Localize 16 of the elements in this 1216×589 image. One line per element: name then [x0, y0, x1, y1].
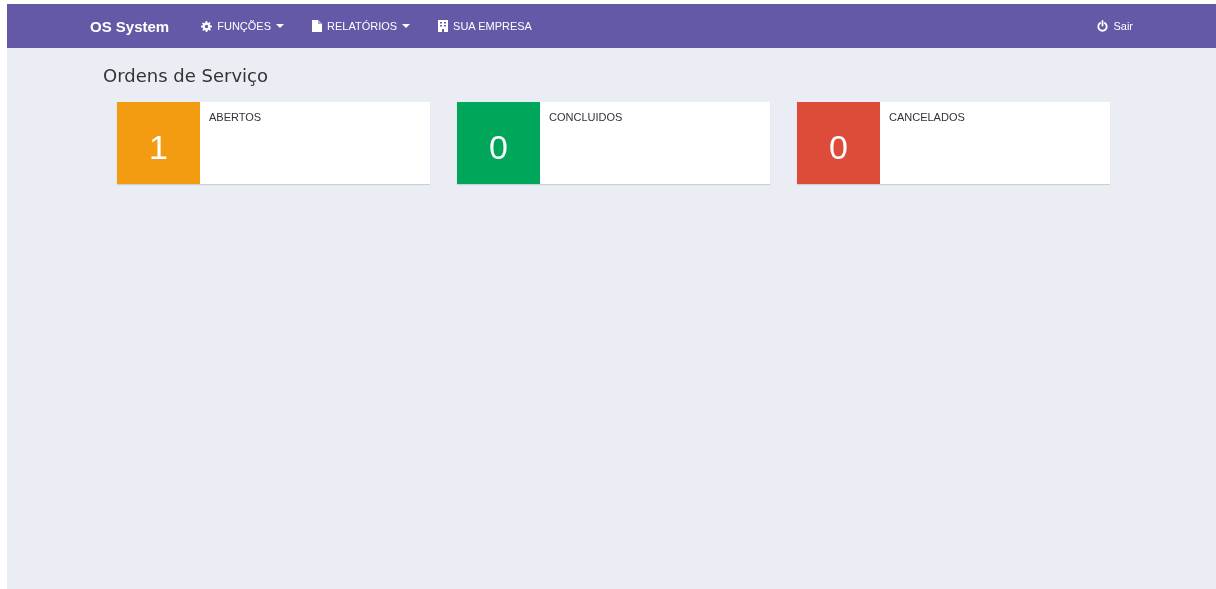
- count-tile: 1: [117, 102, 200, 184]
- count-tile: 0: [797, 102, 880, 184]
- document-icon: [312, 20, 322, 32]
- card-label: ABERTOS: [208, 110, 263, 125]
- card-label: CONCLUIDOS: [548, 110, 624, 125]
- nav-menu-item[interactable]: SUA EMPRESA: [424, 4, 546, 48]
- brand-name[interactable]: OS System: [90, 17, 170, 35]
- power-icon: [1097, 20, 1109, 32]
- gear-icon: [201, 20, 213, 32]
- card-label: CANCELADOS: [888, 110, 966, 125]
- building-icon: [438, 20, 449, 32]
- nav-menu-item[interactable]: FUNÇÕES: [187, 4, 298, 48]
- nav-menu-item[interactable]: Sair: [1083, 4, 1147, 48]
- nav-menu-item[interactable]: RELATÓRIOS: [298, 4, 425, 48]
- page-title: Ordens de Serviço: [102, 64, 269, 86]
- count-tile: 0: [457, 102, 540, 184]
